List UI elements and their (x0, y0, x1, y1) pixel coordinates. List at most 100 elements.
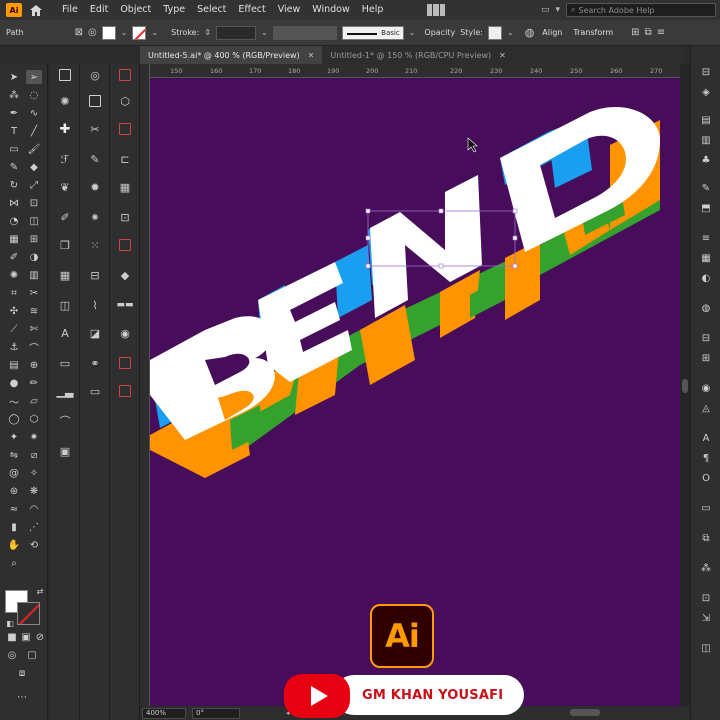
scissors-tool-icon[interactable]: ✄ (26, 322, 42, 336)
menu-window[interactable]: Window (306, 0, 355, 20)
character-icon[interactable]: A (700, 432, 712, 444)
panel-artboards-icon[interactable]: ▭ (86, 382, 104, 400)
panel-export-icon[interactable] (116, 382, 134, 400)
panel-layers-stack-icon[interactable]: ❒ (56, 236, 74, 254)
panel-cube-icon[interactable]: ⬡ (116, 92, 134, 110)
knife-tool-icon[interactable]: ⟋ (6, 322, 22, 336)
rotation-field[interactable]: 0° (192, 707, 240, 719)
rotate-view-tool-icon[interactable]: ⟲ (26, 538, 42, 552)
panel-table-icon[interactable]: ▦ (116, 178, 134, 196)
screen-mode-alt-icon[interactable]: ⧈ (14, 666, 30, 680)
close-icon[interactable]: ✕ (499, 51, 506, 60)
arrange-docs-icon[interactable]: ▭ (541, 5, 550, 15)
direct-selection-tool-icon[interactable]: ➢ (26, 70, 42, 84)
transform-button[interactable]: Transform (570, 28, 616, 37)
gradient-tool-icon[interactable]: ▤ (6, 358, 22, 372)
recolor-icon[interactable]: ⊠ (75, 27, 83, 38)
free-transform-tool-icon[interactable]: ⊡ (26, 196, 42, 210)
panel-brightness-icon[interactable]: ✺ (56, 92, 74, 110)
none-mode-icon[interactable]: ⊘ (32, 630, 48, 644)
panel-image-icon[interactable] (86, 92, 104, 110)
fill-swatch[interactable] (101, 25, 116, 40)
magic-wand-tool-icon[interactable]: ⁂ (6, 88, 22, 102)
panel-circles-icon[interactable]: ⚭ (86, 354, 104, 372)
panel-glow-icon[interactable]: ✹ (86, 178, 104, 196)
menu-edit[interactable]: Edit (84, 0, 114, 20)
rotate-tool-icon[interactable]: ↻ (6, 178, 22, 192)
panel-comment-icon[interactable]: ▭ (56, 354, 74, 372)
scallop-tool-icon[interactable]: ◠ (26, 502, 42, 516)
eyedropper-alt-tool-icon[interactable]: ⋰ (26, 520, 42, 534)
links-panel-icon[interactable]: ⧉ (700, 532, 712, 544)
fill-dropdown-icon[interactable]: ⌄ (121, 28, 128, 37)
column-graph-tool-icon[interactable]: ▮ (6, 520, 22, 534)
curvature-tool-icon[interactable]: ∿ (26, 106, 42, 120)
target-icon[interactable]: ◎ (88, 27, 97, 38)
edit-toolbar-icon[interactable]: ⋯ (14, 690, 30, 704)
collapse-icon[interactable]: ▾ (555, 5, 560, 15)
eraser-tool-icon[interactable]: ◆ (26, 160, 42, 174)
graphic-styles-icon[interactable]: ⬒ (700, 202, 712, 214)
symbols-icon[interactable]: ♣ (700, 154, 712, 166)
panel-color-icon[interactable] (56, 66, 74, 84)
panel-variables-icon[interactable]: ⊡ (116, 208, 134, 226)
brushes-icon[interactable]: ✎ (700, 182, 712, 194)
menu-type[interactable]: Type (157, 0, 191, 20)
tab-untitled-5[interactable]: Untitled-5.ai* @ 400 % (RGB/Preview) ✕ (140, 46, 323, 64)
horizontal-scroll-thumb[interactable] (570, 709, 600, 716)
libraries-icon[interactable]: ▤ (700, 114, 712, 126)
home-icon[interactable] (28, 3, 44, 17)
polygon-tool-icon[interactable]: ⬡ (26, 412, 42, 426)
panel-stroke-icon[interactable] (116, 120, 134, 138)
recolor-artwork-icon[interactable]: ◍ (525, 26, 535, 39)
workspace-switcher-icon[interactable] (426, 4, 445, 16)
style-dropdown-icon[interactable]: ⌄ (507, 28, 514, 37)
color-guide-icon[interactable]: ▥ (700, 134, 712, 146)
youtube-channel-banner[interactable]: GM KHAN YOUSAFI (284, 674, 524, 718)
graphic-style-swatch[interactable] (487, 25, 502, 40)
paintbrush-tool-icon[interactable]: 🖌 (26, 142, 42, 156)
stroke-panel-icon[interactable]: ≡ (700, 232, 712, 244)
panel-chart-icon[interactable]: ▁▃ (56, 382, 74, 400)
stroke-weight-dropdown-icon[interactable]: ⌄ (261, 28, 268, 37)
menu-view[interactable]: View (272, 0, 307, 20)
shear-tool-icon[interactable]: ⧄ (26, 448, 42, 462)
panel-swatches-icon[interactable]: ◎ (86, 66, 104, 84)
align-button[interactable]: Align (539, 28, 565, 37)
stroke-stepper[interactable]: ⇕ (204, 28, 211, 37)
menu-effect[interactable]: Effect (232, 0, 271, 20)
panel-asset-icon[interactable] (116, 354, 134, 372)
panel-library-icon[interactable] (116, 66, 134, 84)
paragraph-icon[interactable]: ¶ (700, 452, 712, 464)
properties-icon[interactable]: ⊟ (700, 66, 712, 78)
menu-help[interactable]: Help (356, 0, 390, 20)
panel-flare-icon[interactable]: ⌇ (86, 296, 104, 314)
navigator-icon[interactable]: ◬ (700, 402, 712, 414)
panel-links-icon[interactable]: ◪ (86, 324, 104, 342)
scale-tool-icon[interactable]: ⤢ (26, 178, 42, 192)
panel-menu-icon[interactable]: ≡ (657, 27, 665, 38)
vertical-ruler[interactable] (140, 64, 150, 706)
wrinkle-tool-icon[interactable]: ≈ (6, 502, 22, 516)
mesh-tool-icon[interactable]: ⊞ (26, 232, 42, 246)
panel-add-icon[interactable]: ✚ (56, 120, 74, 138)
panel-gradient-icon[interactable]: ◆ (116, 266, 134, 284)
live-paint-tool-icon[interactable]: ◫ (26, 214, 42, 228)
graph-tool-icon[interactable]: ▥ (26, 268, 42, 282)
perspective-grid-tool-icon[interactable]: ▦ (6, 232, 22, 246)
join-tool-icon[interactable]: ⌒ (26, 340, 42, 355)
arrange-icon[interactable]: ⊞ (631, 27, 639, 38)
panel-appearance-icon[interactable]: ⊟ (86, 266, 104, 284)
appearance-icon[interactable]: ◍ (700, 302, 712, 314)
puppet-warp-tool-icon[interactable]: ✣ (6, 304, 22, 318)
bloat-tool-icon[interactable]: ⊛ (6, 484, 22, 498)
vertical-scrollbar[interactable] (680, 64, 690, 706)
youtube-logo[interactable] (284, 674, 350, 718)
panel-effects-icon[interactable]: ✷ (86, 208, 104, 226)
pathfinder-icon[interactable]: ◉ (700, 382, 712, 394)
lasso-tool-icon[interactable]: ◌ (26, 88, 42, 102)
mesh-point-tool-icon[interactable]: ⊕ (26, 358, 42, 372)
horizontal-ruler[interactable]: 150 160 170 180 190 200 210 220 230 240 … (150, 64, 680, 78)
reflect-tool-icon[interactable]: ⇋ (6, 448, 22, 462)
flare-tool-icon[interactable]: ✷ (26, 430, 42, 444)
